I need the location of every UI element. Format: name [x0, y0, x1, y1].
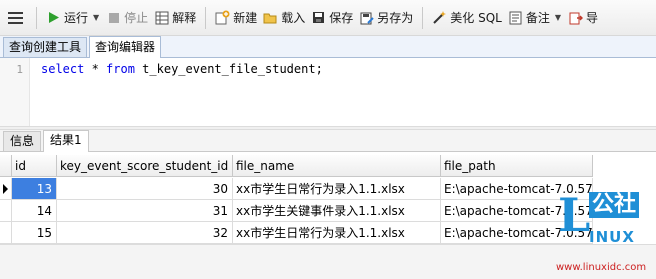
- save-button[interactable]: 保存: [308, 5, 356, 31]
- watermark-letter: L: [558, 188, 591, 242]
- column-header-file-path[interactable]: file_path: [441, 155, 593, 177]
- stop-button[interactable]: 停止: [103, 5, 151, 31]
- export-label: 导: [586, 11, 599, 25]
- sql-star: *: [84, 62, 107, 76]
- hamburger-icon: [7, 11, 23, 24]
- run-button[interactable]: 运行: [43, 5, 91, 31]
- save-disk-icon: [311, 10, 326, 25]
- line-number-gutter: 1: [0, 58, 30, 126]
- new-button[interactable]: 新建: [212, 5, 260, 31]
- cell-id[interactable]: 14: [12, 200, 57, 222]
- toolbar-divider: [205, 6, 207, 29]
- load-label: 载入: [281, 11, 306, 25]
- toolbar-divider: [422, 6, 424, 29]
- tab-query-builder[interactable]: 查询创建工具: [3, 37, 88, 57]
- run-label: 运行: [64, 11, 89, 25]
- beautify-sql-button[interactable]: 美化 SQL: [429, 5, 505, 31]
- export-button[interactable]: 导: [565, 5, 601, 31]
- folder-open-icon: [263, 10, 278, 25]
- sql-code-line[interactable]: select * from t_key_event_file_student;: [41, 62, 323, 76]
- watermark-url: www.linuxidc.com: [556, 262, 647, 273]
- watermark-inux: INUX: [589, 228, 635, 246]
- result-tab-bar: 信息 结果1: [0, 130, 656, 152]
- sql-editor[interactable]: 1 select * from t_key_event_file_student…: [0, 58, 656, 126]
- toolbar-divider: [36, 6, 37, 29]
- sql-keyword-from: from: [106, 62, 135, 76]
- watermark-chinese: 公社: [589, 192, 640, 218]
- editor-tab-bar: 查询创建工具 查询编辑器: [0, 36, 656, 58]
- cell-student-id[interactable]: 30: [57, 178, 233, 200]
- toolbar: 运行 ▼ 停止 解释 新建 载入 保存 另存为 美化 SQL 备注 ▼ 导: [0, 0, 656, 36]
- tab-result-1[interactable]: 结果1: [43, 130, 89, 152]
- sql-table-name: t_key_event_file_student;: [134, 62, 323, 76]
- cell-student-id[interactable]: 32: [57, 222, 233, 244]
- stop-icon: [106, 10, 121, 25]
- menu-button[interactable]: [0, 0, 30, 36]
- cell-id[interactable]: 13: [12, 178, 57, 200]
- explain-button[interactable]: 解释: [151, 5, 199, 31]
- line-number: 1: [16, 63, 23, 76]
- notes-button[interactable]: 备注: [505, 5, 553, 31]
- grid-header-row: id key_event_score_student_id file_name …: [0, 155, 656, 177]
- cell-file-name[interactable]: xx市学生关键事件录入1.1.xlsx: [233, 200, 441, 222]
- explain-icon: [154, 10, 169, 25]
- run-dropdown-caret-icon[interactable]: ▼: [93, 13, 99, 22]
- cell-id[interactable]: 15: [12, 222, 57, 244]
- cell-file-name[interactable]: xx市学生日常行为录入1.1.xlsx: [233, 178, 441, 200]
- notes-dropdown-caret-icon[interactable]: ▼: [555, 13, 561, 22]
- cell-student-id[interactable]: 31: [57, 200, 233, 222]
- save-as-label: 另存为: [377, 11, 414, 25]
- cell-file-name[interactable]: xx市学生日常行为录入1.1.xlsx: [233, 222, 441, 244]
- save-label: 保存: [329, 11, 354, 25]
- row-indicator: [0, 200, 12, 222]
- note-icon: [508, 10, 523, 25]
- row-indicator: [0, 222, 12, 244]
- magic-wand-icon: [432, 10, 447, 25]
- sql-keyword-select: select: [41, 62, 85, 76]
- watermark-logo: L 公社 INUX www.linuxidc.com: [556, 184, 656, 279]
- stop-label: 停止: [124, 11, 149, 25]
- column-header-id[interactable]: id: [12, 155, 57, 177]
- column-header-student-id[interactable]: key_event_score_student_id: [57, 155, 233, 177]
- new-query-icon: [215, 10, 230, 25]
- notes-label: 备注: [525, 11, 550, 25]
- play-icon: [46, 10, 61, 25]
- load-button[interactable]: 载入: [260, 5, 308, 31]
- tab-query-editor[interactable]: 查询编辑器: [89, 36, 162, 58]
- save-as-icon: [359, 10, 374, 25]
- column-header-file-name[interactable]: file_name: [233, 155, 441, 177]
- row-indicator: [0, 178, 12, 200]
- tab-info[interactable]: 信息: [3, 131, 42, 151]
- current-row-arrow-icon: [3, 184, 8, 194]
- explain-label: 解释: [172, 11, 197, 25]
- new-label: 新建: [233, 11, 258, 25]
- beautify-sql-label: 美化 SQL: [450, 11, 502, 25]
- export-icon: [568, 10, 583, 25]
- save-as-button[interactable]: 另存为: [356, 5, 416, 31]
- row-indicator-header: [0, 155, 12, 177]
